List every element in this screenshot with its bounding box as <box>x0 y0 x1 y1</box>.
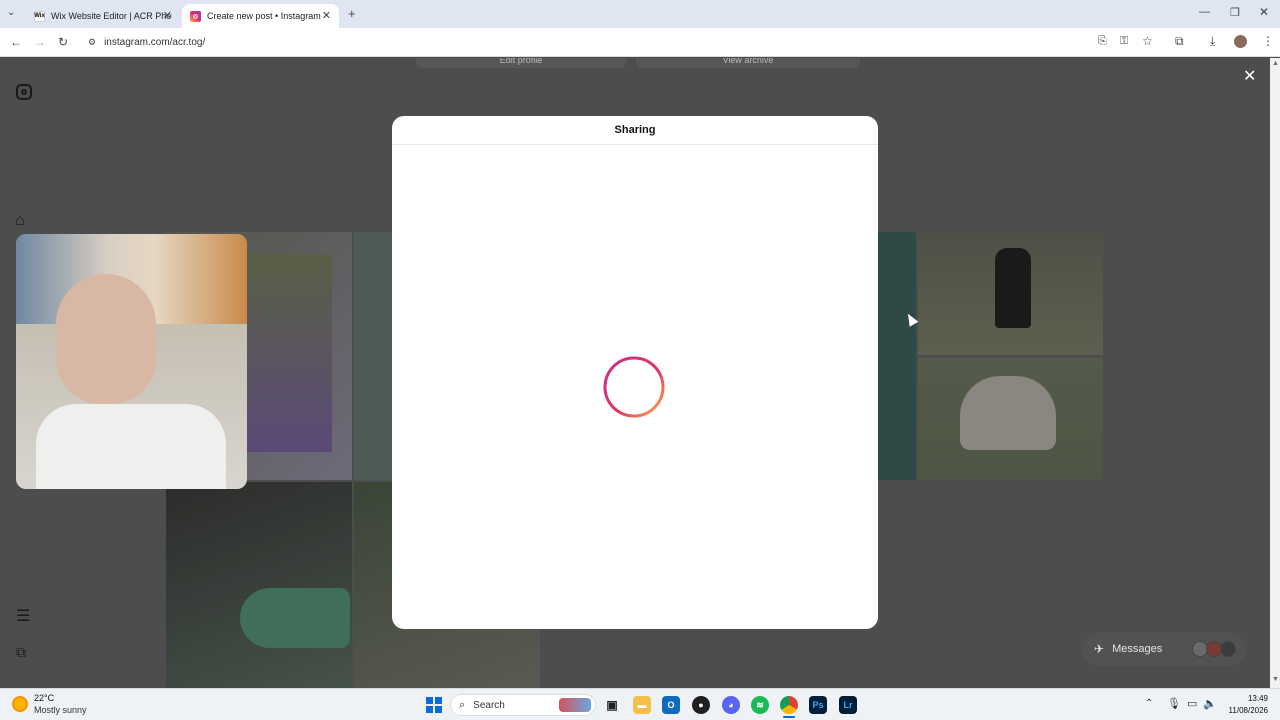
messages-button[interactable]: ✈ Messages <box>1082 632 1246 666</box>
show-hidden-icons-icon[interactable]: ⌃ <box>1145 698 1153 709</box>
tab-label: Create new post • Instagram <box>207 11 321 21</box>
photoshop-icon[interactable]: Ps <box>809 696 827 714</box>
post-thumbnail[interactable] <box>878 232 916 480</box>
tab-label: Wix Website Editor | ACR Photo <box>51 11 172 21</box>
windows-start-icon[interactable] <box>426 697 442 713</box>
wix-favicon-icon: Wix <box>34 10 45 22</box>
dialog-title: Sharing <box>392 116 878 145</box>
clock-date[interactable]: 11/08/2026 <box>1220 706 1268 715</box>
weather-sun-icon[interactable] <box>12 696 28 712</box>
dog-figure <box>995 248 1031 328</box>
search-icon: ⌕ <box>459 698 466 711</box>
url-text: instagram.com/acr.tog/ <box>104 37 206 48</box>
install-app-icon[interactable]: ⎘ <box>1098 35 1107 48</box>
bookmark-star-icon[interactable]: ☆ <box>1142 34 1153 48</box>
tab-instagram-create-post[interactable]: ◎ Create new post • Instagram ✕ <box>182 4 339 28</box>
github-icon[interactable]: ● <box>692 696 710 714</box>
task-view-icon[interactable]: ▣ <box>603 696 621 714</box>
loading-spinner-icon <box>603 356 665 418</box>
reload-icon[interactable]: ↻ <box>58 35 68 49</box>
instagram-logo-icon[interactable] <box>16 84 32 100</box>
clock-time[interactable]: 13:49 <box>1220 694 1268 703</box>
lightroom-icon[interactable]: Lr <box>839 696 857 714</box>
post-thumbnail-shoes[interactable] <box>166 482 352 688</box>
view-archive-button[interactable]: View archive <box>636 58 860 68</box>
search-placeholder: Search <box>473 699 505 711</box>
close-window-icon[interactable]: ✕ <box>1259 5 1269 19</box>
page-scrollbar[interactable]: ▲ ▼ <box>1270 58 1280 688</box>
forward-icon[interactable]: → <box>34 35 46 49</box>
chrome-icon[interactable] <box>780 696 798 714</box>
home-icon[interactable]: ⌂ <box>15 212 25 230</box>
discord-icon[interactable]: ◕ <box>722 696 740 714</box>
browser-toolbar: ← → ↻ ⚙ instagram.com/acr.tog/ ⎘ ⚿ ☆ ⧉ ⤓… <box>0 28 1280 57</box>
active-app-indicator <box>783 716 795 718</box>
microphone-icon[interactable]: 🎙 <box>1167 697 1181 710</box>
spotify-icon[interactable]: ≋ <box>751 696 769 714</box>
paper-plane-icon: ✈ <box>1094 642 1105 656</box>
close-tab-icon[interactable]: ✕ <box>163 9 172 22</box>
outlook-icon[interactable]: O <box>662 696 680 714</box>
file-explorer-icon[interactable]: ▬ <box>633 696 651 714</box>
person-face <box>56 274 156 404</box>
avatar <box>1220 641 1236 657</box>
volume-icon[interactable]: 🔈 <box>1203 697 1217 710</box>
minimize-window-icon[interactable]: — <box>1199 6 1210 18</box>
tab-wix-editor[interactable]: Wix Wix Website Editor | ACR Photo ✕ <box>26 4 180 28</box>
windows-taskbar: 22°C Mostly sunny ⌕ Search ▣ ▬ O ● ◕ ≋ P… <box>0 688 1280 720</box>
post-thumbnail[interactable] <box>354 232 394 480</box>
restore-window-icon[interactable]: ❐ <box>1230 6 1240 19</box>
back-icon[interactable]: ← <box>10 35 22 49</box>
edit-profile-button[interactable]: Edit profile <box>416 58 626 68</box>
sharing-dialog: Sharing <box>392 116 878 629</box>
password-key-icon[interactable]: ⚿ <box>1120 35 1128 48</box>
new-tab-plus-icon[interactable]: + <box>348 6 356 21</box>
webcam-overlay <box>16 234 247 489</box>
messages-label: Messages <box>1112 643 1163 655</box>
extensions-icon[interactable]: ⧉ <box>1175 34 1184 49</box>
taskbar-search-box[interactable]: ⌕ Search <box>450 694 596 716</box>
scroll-up-icon[interactable]: ▲ <box>1272 60 1279 67</box>
more-grid-icon[interactable]: ⧉ <box>16 644 26 661</box>
person-shirt <box>36 404 226 489</box>
site-info-icon[interactable]: ⚙ <box>88 37 96 48</box>
network-icon[interactable]: ▭ <box>1187 697 1197 710</box>
weather-temp[interactable]: 22°C <box>34 693 54 703</box>
dog-figure <box>960 376 1056 450</box>
tab-search-chevron-icon[interactable]: ⌄ <box>7 7 15 18</box>
scroll-down-icon[interactable]: ▼ <box>1272 676 1279 683</box>
close-tab-icon[interactable]: ✕ <box>322 9 331 22</box>
search-highlight-image <box>559 698 591 712</box>
address-bar[interactable]: ⚙ instagram.com/acr.tog/ <box>78 32 1168 53</box>
browser-tab-strip: ⌄ Wix Wix Website Editor | ACR Photo ✕ ◎… <box>0 0 1280 28</box>
shoe-figure <box>240 588 350 648</box>
browser-menu-icon[interactable]: ⋮ <box>1262 34 1274 48</box>
weather-desc[interactable]: Mostly sunny <box>34 705 87 715</box>
close-icon[interactable]: ✕ <box>1243 66 1256 86</box>
instagram-favicon-icon: ◎ <box>190 10 201 22</box>
post-thumbnail-image <box>246 254 332 452</box>
profile-avatar[interactable] <box>1234 35 1247 48</box>
downloads-icon[interactable]: ⤓ <box>1210 34 1215 49</box>
menu-icon[interactable]: ☰ <box>16 606 30 626</box>
